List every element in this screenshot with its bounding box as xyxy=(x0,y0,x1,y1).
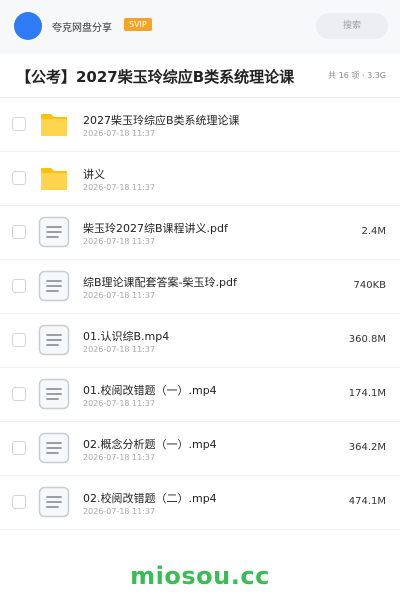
row-checkbox[interactable] xyxy=(12,387,26,401)
page-title: 【公考】2027柴玉玲综应B类系统理论课 xyxy=(16,68,295,86)
file-name: 柴玉玲2027综B课程讲义.pdf xyxy=(83,222,228,235)
file-date: 2026-07-18 11:37 xyxy=(83,453,156,462)
search-button[interactable]: 搜索 xyxy=(316,13,388,39)
file-name: 综B理论课配套答案-柴玉玲.pdf xyxy=(83,276,237,289)
file-name: 02.概念分析题（一）.mp4 xyxy=(83,438,217,451)
file-row[interactable]: 讲义 2026-07-18 11:37 xyxy=(0,152,400,206)
folder-icon xyxy=(38,108,70,140)
document-icon xyxy=(38,270,70,302)
folder-title-bar: 【公考】2027柴玉玲综应B类系统理论课 共 16 项 · 3.3G xyxy=(0,54,400,98)
svip-badge: SVIP xyxy=(124,18,152,31)
share-header: 夸克网盘分享 SVIP 搜索 xyxy=(0,0,400,54)
file-row[interactable]: 01.校阅改错题（一）.mp4 2026-07-18 11:37 174.1M xyxy=(0,368,400,422)
file-date: 2026-07-18 11:37 xyxy=(83,345,156,354)
file-date: 2026-07-18 11:37 xyxy=(83,291,156,300)
row-checkbox[interactable] xyxy=(12,171,26,185)
row-checkbox[interactable] xyxy=(12,441,26,455)
folder-icon xyxy=(38,162,70,194)
file-name: 01.校阅改错题（一）.mp4 xyxy=(83,384,217,397)
file-row[interactable]: 02.概念分析题（一）.mp4 2026-07-18 11:37 364.2M xyxy=(0,422,400,476)
watermark: miosou.cc xyxy=(130,562,270,590)
file-list: 2027柴玉玲综应B类系统理论课 2026-07-18 11:37 讲义 2026-0… xyxy=(0,98,400,530)
file-name: 讲义 xyxy=(83,168,105,181)
row-checkbox[interactable] xyxy=(12,333,26,347)
document-icon xyxy=(38,378,70,410)
document-icon xyxy=(38,324,70,356)
file-name: 2027柴玉玲综应B类系统理论课 xyxy=(83,114,240,127)
avatar[interactable] xyxy=(14,12,42,40)
file-size: 474.1M xyxy=(348,496,386,507)
file-date: 2026-07-18 11:37 xyxy=(83,507,156,516)
row-checkbox[interactable] xyxy=(12,225,26,239)
row-checkbox[interactable] xyxy=(12,495,26,509)
file-row[interactable]: 柴玉玲2027综B课程讲义.pdf 2026-07-18 11:37 2.4M xyxy=(0,206,400,260)
row-checkbox[interactable] xyxy=(12,117,26,131)
folder-summary: 共 16 项 · 3.3G xyxy=(328,71,386,80)
file-row[interactable]: 02.校阅改错题（二）.mp4 2026-07-18 11:37 474.1M xyxy=(0,476,400,530)
document-icon xyxy=(38,216,70,248)
file-size: 740KB xyxy=(353,280,386,291)
file-row[interactable]: 01.认识综B.mp4 2026-07-18 11:37 360.8M xyxy=(0,314,400,368)
file-size: 360.8M xyxy=(348,334,386,345)
file-row[interactable]: 综B理论课配套答案-柴玉玲.pdf 2026-07-18 11:37 740KB xyxy=(0,260,400,314)
share-title: 夸克网盘分享 xyxy=(52,23,112,34)
document-icon xyxy=(38,432,70,464)
file-size: 364.2M xyxy=(348,442,386,453)
file-date: 2026-07-18 11:37 xyxy=(83,183,156,192)
file-date: 2026-07-18 11:37 xyxy=(83,399,156,408)
file-size: 174.1M xyxy=(348,388,386,399)
row-checkbox[interactable] xyxy=(12,279,26,293)
file-size: 2.4M xyxy=(361,226,386,237)
file-date: 2026-07-18 11:37 xyxy=(83,237,156,246)
document-icon xyxy=(38,486,70,518)
file-name: 01.认识综B.mp4 xyxy=(83,330,170,343)
file-row[interactable]: 2027柴玉玲综应B类系统理论课 2026-07-18 11:37 xyxy=(0,98,400,152)
file-name: 02.校阅改错题（二）.mp4 xyxy=(83,492,217,505)
file-date: 2026-07-18 11:37 xyxy=(83,129,156,138)
